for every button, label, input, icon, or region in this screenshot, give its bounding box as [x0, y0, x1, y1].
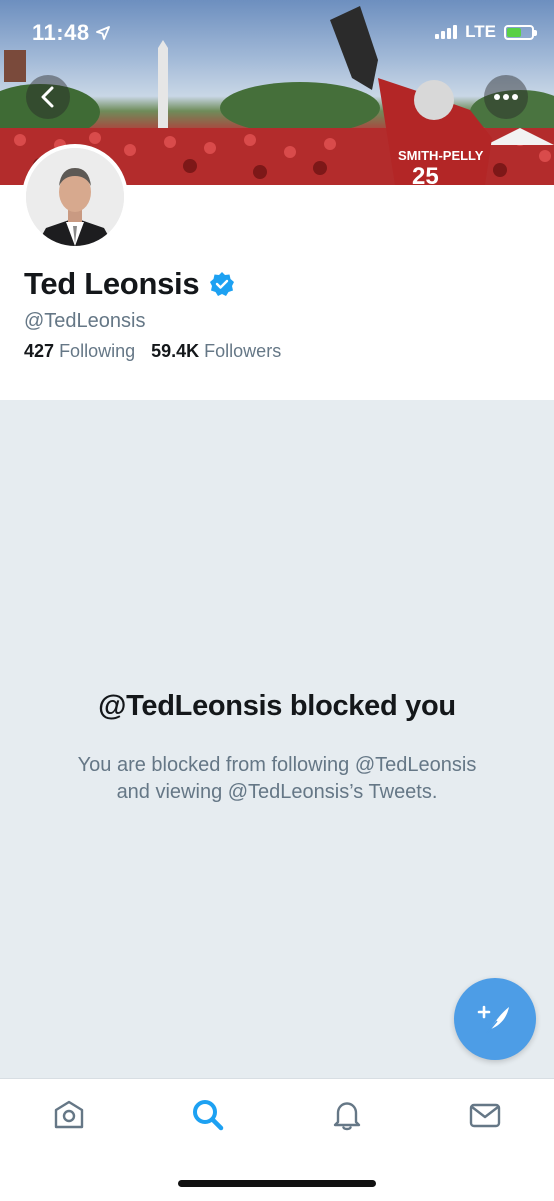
following-label: Following	[59, 341, 136, 361]
status-indicators: LTE	[435, 22, 537, 42]
tab-home[interactable]	[51, 1097, 87, 1133]
battery-icon	[504, 24, 537, 40]
bell-icon	[333, 1102, 361, 1131]
followers-stat[interactable]: 59.4K Followers	[151, 341, 281, 362]
blocked-title: @TedLeonsis blocked you	[98, 690, 456, 722]
profile-name: Ted Leonsis	[24, 266, 200, 301]
mail-icon	[469, 1103, 501, 1128]
tab-messages[interactable]	[467, 1097, 503, 1133]
compose-tweet-button[interactable]	[454, 978, 536, 1060]
tab-notifications[interactable]	[329, 1097, 365, 1133]
followers-count: 59.4K	[151, 341, 200, 361]
chevron-left-icon	[41, 86, 54, 108]
tab-search[interactable]	[190, 1097, 226, 1133]
back-button[interactable]	[26, 75, 70, 119]
location-arrow-icon	[95, 26, 110, 40]
avatar-photo	[26, 148, 124, 246]
banner-jersey-text: SMITH-PELLY	[398, 148, 484, 163]
followers-label: Followers	[204, 341, 282, 361]
home-indicator[interactable]	[178, 1180, 376, 1187]
blocked-description: You are blocked from following @TedLeons…	[40, 752, 514, 806]
profile-handle: @TedLeonsis	[24, 310, 146, 332]
following-count: 427	[24, 341, 55, 361]
more-button[interactable]	[484, 75, 528, 119]
verified-badge-icon	[210, 272, 235, 296]
signal-icon	[435, 25, 458, 39]
status-time: 11:48	[32, 20, 90, 45]
following-stat[interactable]: 427 Following	[24, 341, 135, 362]
ellipsis-icon	[494, 94, 518, 100]
blocked-description-line-1: You are blocked from following @TedLeons…	[77, 754, 477, 776]
search-icon	[193, 1100, 224, 1131]
follow-stats: 427 Following 59.4K Followers	[24, 341, 281, 362]
status-bar: 11:48 LTE	[0, 0, 554, 70]
profile-name-row: Ted Leonsis	[24, 266, 235, 302]
blocked-description-line-2: and viewing @TedLeonsis’s Tweets.	[116, 781, 438, 803]
network-label: LTE	[465, 22, 496, 41]
home-icon	[54, 1100, 84, 1129]
banner-jersey-number: 25	[412, 163, 439, 185]
compose-quill-icon	[477, 1005, 509, 1034]
avatar[interactable]	[22, 144, 128, 250]
blocked-notice-panel: @TedLeonsis blocked you You are blocked …	[0, 400, 554, 1078]
status-time-group: 11:48	[32, 20, 110, 46]
